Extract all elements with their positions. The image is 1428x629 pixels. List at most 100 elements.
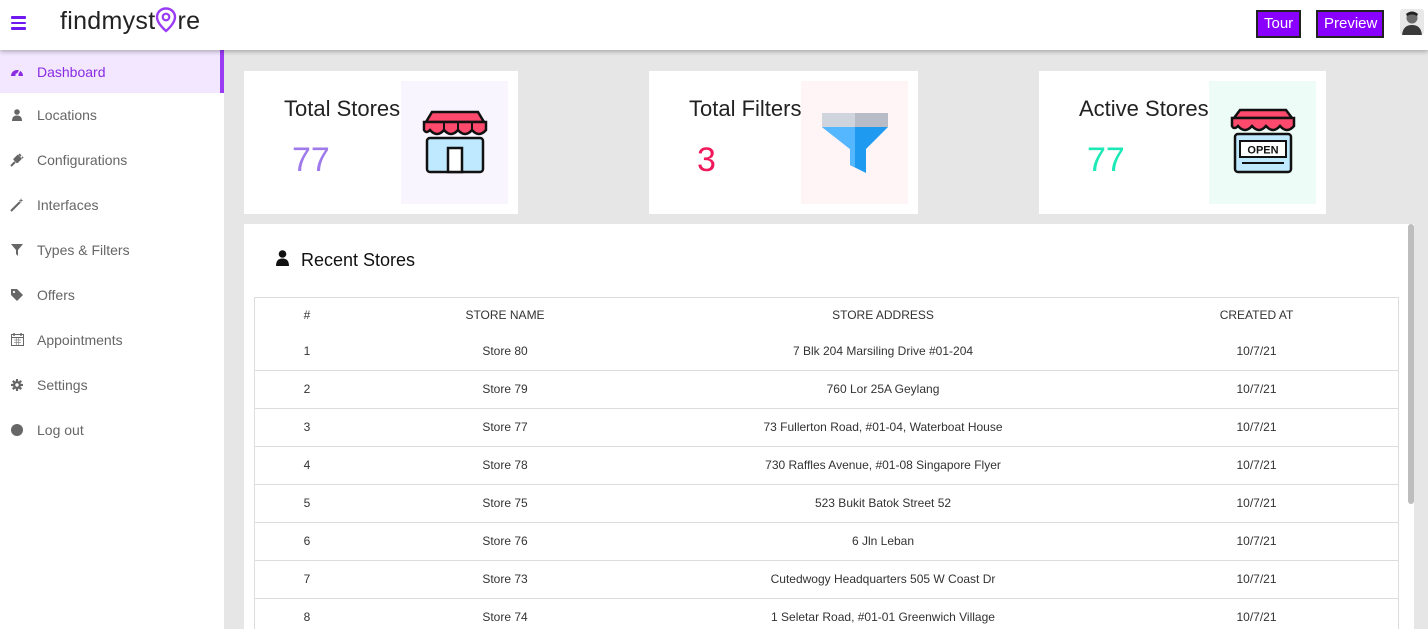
tour-button[interactable]: Tour (1256, 10, 1301, 38)
store-address: 523 Bukit Batok Street 52 (651, 483, 1115, 522)
row-number: 1 (303, 343, 311, 358)
column-header-number: # (303, 308, 311, 322)
logo-text-end: re (177, 7, 201, 35)
column-header-store-address: STORE ADDRESS (832, 308, 934, 322)
store-name: Store 79 (359, 369, 651, 408)
sidebar: Dashboard Locations Configurations Inter… (0, 50, 224, 629)
table-header-row: # STORE NAME STORE ADDRESS CREATED AT (255, 298, 1398, 332)
sidebar-item-appointments[interactable]: Appointments (0, 318, 224, 361)
store-address: 1 Seletar Road, #01-01 Greenwich Village (651, 597, 1115, 629)
table-row[interactable]: 5 Store 75 523 Bukit Batok Street 52 10/… (255, 483, 1398, 522)
table-row[interactable]: 3 Store 77 73 Fullerton Road, #01-04, Wa… (255, 407, 1398, 446)
gear-icon (9, 377, 25, 393)
sidebar-item-label: Appointments (37, 331, 123, 348)
active-stores-card: Active Stores 77 OPEN (1039, 71, 1326, 214)
table-row[interactable]: 2 Store 79 760 Lor 25A Geylang 10/7/21 (255, 369, 1398, 408)
row-number: 4 (255, 445, 359, 484)
card-value: 77 (1087, 141, 1125, 179)
preview-button[interactable]: Preview (1316, 10, 1384, 38)
created-at: 10/7/21 (1115, 369, 1398, 408)
sidebar-item-configurations[interactable]: Configurations (0, 138, 224, 181)
logo-text-start: findmyst (60, 7, 156, 35)
magic-wand-icon (9, 197, 25, 213)
store-name: Store 76 (359, 521, 651, 560)
row-number: 3 (255, 407, 359, 446)
store-address: 730 Raffles Avenue, #01-08 Singapore Fly… (651, 445, 1115, 484)
user-icon (276, 250, 289, 271)
card-title: Active Stores (1079, 96, 1209, 121)
row-number: 2 (255, 369, 359, 408)
sidebar-item-label: Locations (37, 106, 97, 123)
sidebar-item-label: Types & Filters (37, 241, 130, 258)
total-stores-card: Total Stores 77 (244, 71, 518, 214)
store-address: 6 Jln Leban (651, 521, 1115, 560)
hamburger-menu-icon[interactable] (11, 16, 26, 30)
created-at: 10/7/21 (1115, 445, 1398, 484)
sidebar-item-dashboard[interactable]: Dashboard (0, 50, 224, 93)
sidebar-item-label: Offers (37, 286, 75, 303)
store-name: Store 75 (359, 483, 651, 522)
sidebar-item-offers[interactable]: Offers (0, 273, 224, 316)
store-name: Store 74 (359, 597, 651, 629)
user-icon (9, 107, 25, 123)
recent-stores-heading: Recent Stores (276, 250, 415, 271)
svg-text:OPEN: OPEN (1247, 144, 1278, 156)
sidebar-item-label: Log out (37, 421, 84, 438)
sidebar-item-interfaces[interactable]: Interfaces (0, 183, 224, 226)
funnel-icon (801, 81, 908, 204)
store-name: Store 77 (359, 407, 651, 446)
plug-icon (9, 152, 25, 168)
store-address: Cutedwogy Headquarters 505 W Coast Dr (651, 559, 1115, 598)
sidebar-item-settings[interactable]: Settings (0, 363, 224, 406)
calendar-icon (9, 332, 25, 348)
location-pin-icon (156, 6, 177, 33)
sidebar-item-types-filters[interactable]: Types & Filters (0, 228, 224, 271)
sidebar-item-label: Configurations (37, 151, 128, 168)
card-title: Total Stores (284, 96, 401, 121)
recent-stores-panel: Recent Stores # STORE NAME STORE ADDRESS… (244, 224, 1414, 629)
row-number: 5 (255, 483, 359, 522)
sidebar-item-locations[interactable]: Locations (0, 93, 224, 136)
row-number: 6 (255, 521, 359, 560)
row-number: 8 (255, 597, 359, 629)
sidebar-item-label: Interfaces (37, 196, 99, 213)
sidebar-item-logout[interactable]: Log out (0, 408, 224, 451)
created-at: 10/7/21 (1115, 559, 1398, 598)
store-icon (401, 81, 508, 204)
filter-icon (9, 242, 25, 258)
table-row[interactable]: 8 Store 74 1 Seletar Road, #01-01 Greenw… (255, 597, 1398, 629)
table-row[interactable]: 6 Store 76 6 Jln Leban 10/7/21 (255, 521, 1398, 560)
created-at: 10/7/21 (1115, 521, 1398, 560)
row-number: 7 (255, 559, 359, 598)
store-address: 73 Fullerton Road, #01-04, Waterboat Hou… (651, 407, 1115, 446)
created-at: 10/7/21 (1115, 407, 1398, 446)
open-store-icon: OPEN (1209, 81, 1316, 204)
column-header-store-name: STORE NAME (465, 308, 545, 322)
sidebar-item-label: Settings (37, 376, 88, 393)
dashboard-icon (9, 64, 25, 80)
card-value: 3 (697, 141, 716, 179)
sidebar-item-label: Dashboard (37, 63, 106, 80)
store-name: Store 73 (359, 559, 651, 598)
store-address: 7 Blk 204 Marsiling Drive #01-204 (792, 343, 974, 358)
card-value: 77 (292, 141, 330, 179)
top-header: findmyst re Tour Preview (0, 0, 1428, 50)
table-row[interactable]: 7 Store 73 Cutedwogy Headquarters 505 W … (255, 559, 1398, 598)
table-row[interactable]: 4 Store 78 730 Raffles Avenue, #01-08 Si… (255, 445, 1398, 484)
app-logo[interactable]: findmyst re (60, 6, 201, 36)
recent-stores-title: Recent Stores (301, 250, 416, 270)
store-name: Store 78 (359, 445, 651, 484)
total-filters-card: Total Filters 3 (649, 71, 918, 214)
recent-stores-table: # STORE NAME STORE ADDRESS CREATED AT 1 … (254, 297, 1399, 629)
store-name: Store 80 (482, 343, 528, 358)
created-at: 10/7/21 (1115, 483, 1398, 522)
user-avatar[interactable] (1400, 9, 1424, 35)
created-at: 10/7/21 (1236, 343, 1277, 358)
circle-icon (9, 422, 25, 438)
page-scrollbar[interactable] (1408, 224, 1414, 504)
table-row[interactable]: 1 Store 80 7 Blk 204 Marsiling Drive #01… (255, 332, 1398, 370)
column-header-created-at: CREATED AT (1219, 308, 1294, 322)
tag-icon (9, 287, 25, 303)
created-at: 10/7/21 (1115, 597, 1398, 629)
card-title: Total Filters (689, 96, 802, 121)
